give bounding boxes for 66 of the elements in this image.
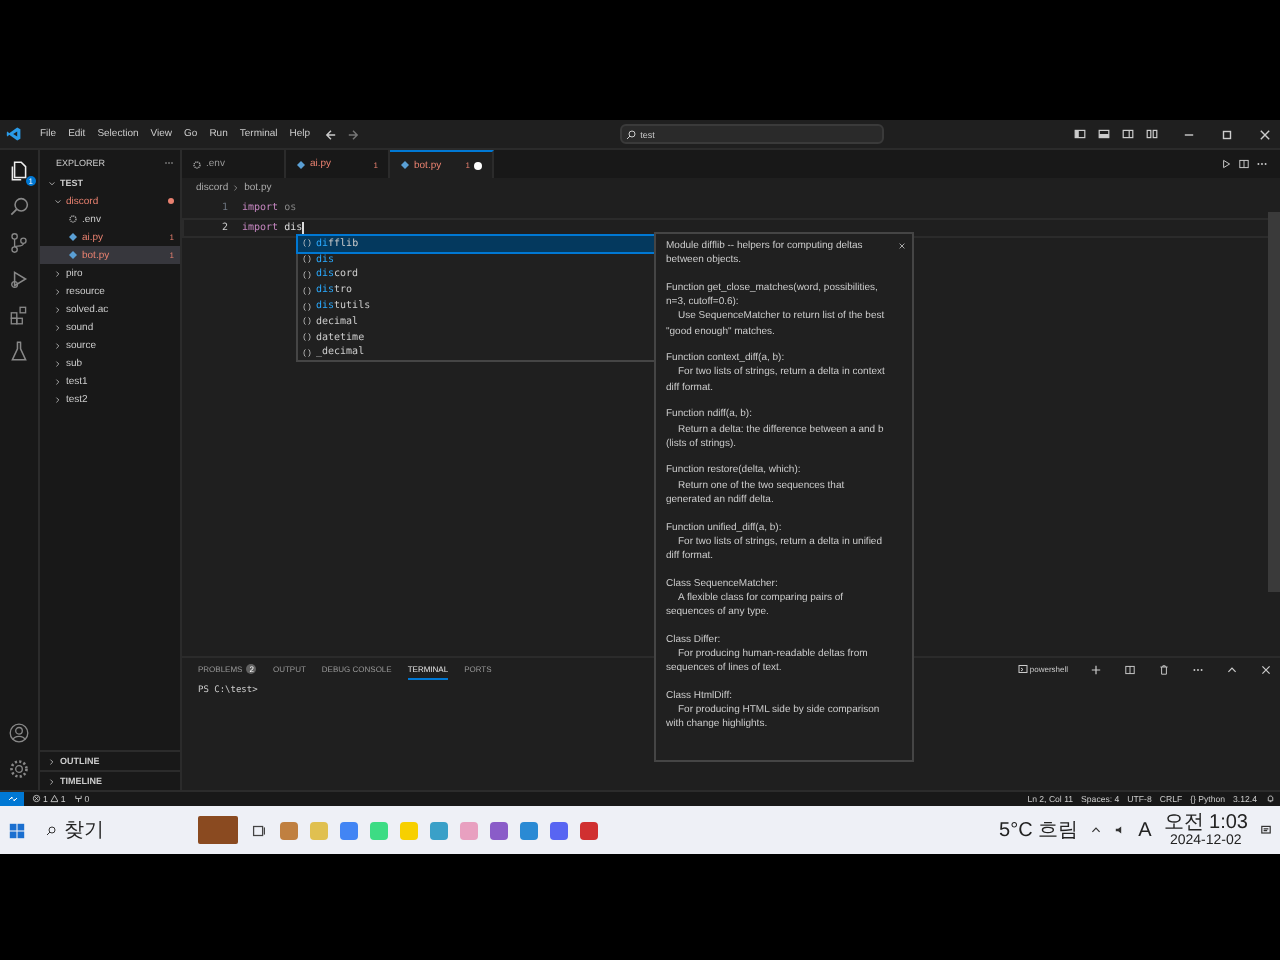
module-icon xyxy=(302,238,312,249)
warning-icon xyxy=(49,794,59,804)
search-placeholder: 찾기 xyxy=(64,818,104,844)
show-hidden-icons-icon[interactable] xyxy=(1090,824,1103,836)
taskbar-app-icon[interactable] xyxy=(550,821,568,839)
close-icon[interactable] xyxy=(898,242,906,250)
task-view-icon[interactable] xyxy=(250,821,268,839)
explorer-files-icon[interactable] xyxy=(8,160,30,182)
back-arrow-icon[interactable] xyxy=(324,127,339,141)
start-icon[interactable] xyxy=(8,821,26,839)
module-icon xyxy=(302,285,312,296)
extensions-icon[interactable] xyxy=(8,304,30,326)
flask-icon[interactable] xyxy=(8,340,30,362)
close-icon[interactable] xyxy=(1260,663,1272,675)
trash-icon[interactable] xyxy=(1158,663,1170,675)
search-icon xyxy=(626,129,637,139)
taskbar-app-icon[interactable] xyxy=(520,821,538,839)
clock-time: 오전 1:03 xyxy=(1163,811,1248,833)
module-icon xyxy=(302,254,312,265)
scrollbar-thumb[interactable] xyxy=(1268,212,1280,592)
account-icon[interactable] xyxy=(8,722,30,744)
toggle-sidebar-icon[interactable] xyxy=(1074,128,1086,140)
source-control-icon[interactable] xyxy=(8,232,30,254)
taskbar-app-icon[interactable] xyxy=(280,821,298,839)
weather-widget[interactable]: 5°C 흐림 xyxy=(999,816,1079,844)
maximize-panel-icon[interactable] xyxy=(1226,663,1238,675)
file-diamond-icon xyxy=(400,160,410,170)
plug-icon xyxy=(73,794,83,804)
terminal-icon xyxy=(1017,664,1028,674)
speaker-icon[interactable] xyxy=(1114,824,1127,836)
taskbar-app-icon[interactable] xyxy=(340,821,358,839)
taskbar-app-icon[interactable] xyxy=(580,821,598,839)
run-icon[interactable] xyxy=(1220,158,1232,170)
module-icon xyxy=(302,269,312,280)
chevron-down-icon xyxy=(48,179,56,187)
module-icon xyxy=(302,316,312,327)
close-icon[interactable] xyxy=(1258,127,1272,141)
app-logo-icon xyxy=(6,126,22,142)
split-terminal-icon[interactable] xyxy=(1124,663,1136,675)
run-debug-icon[interactable] xyxy=(8,268,30,290)
taskbar-search-field[interactable]: 찾기 xyxy=(38,816,170,844)
text-cursor xyxy=(302,222,305,234)
module-icon xyxy=(302,301,312,312)
add-terminal-icon[interactable] xyxy=(1090,663,1102,675)
gear-icon xyxy=(192,159,202,169)
module-icon xyxy=(302,347,312,358)
maximize-icon[interactable] xyxy=(1220,127,1234,141)
toggle-secondary-sidebar-icon[interactable] xyxy=(1122,128,1134,140)
error-icon xyxy=(32,794,41,804)
forward-arrow-icon[interactable] xyxy=(346,127,361,141)
taskbar-app-icon[interactable] xyxy=(490,821,508,839)
remote-icon xyxy=(7,794,17,804)
module-icon xyxy=(302,332,312,343)
problem-dot xyxy=(168,198,174,204)
search-icon[interactable] xyxy=(8,196,30,218)
split-editor-icon[interactable] xyxy=(1238,158,1250,170)
taskbar-app-icon[interactable] xyxy=(430,821,448,839)
notifications-bell-icon[interactable] xyxy=(1265,794,1274,804)
file-diamond-icon xyxy=(296,159,306,169)
search-icon xyxy=(46,825,56,835)
customize-layout-icon[interactable] xyxy=(1146,128,1158,140)
input-method-indicator[interactable]: A xyxy=(1138,819,1152,841)
notification-center-icon[interactable] xyxy=(1260,824,1272,836)
toggle-panel-icon[interactable] xyxy=(1098,128,1110,140)
gear-icon xyxy=(68,214,78,224)
settings-icon[interactable] xyxy=(8,758,30,780)
